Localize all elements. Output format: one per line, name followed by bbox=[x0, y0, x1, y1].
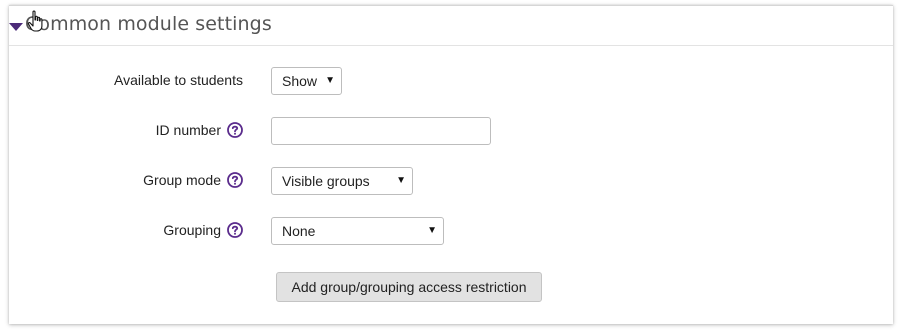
visibility-select[interactable]: Show ▼ bbox=[271, 67, 342, 95]
caret-down-icon: ▼ bbox=[396, 175, 406, 186]
visibility-select-value: Show bbox=[282, 73, 318, 89]
caret-down-icon: ▼ bbox=[427, 225, 437, 236]
id-number-input[interactable] bbox=[271, 117, 491, 145]
grouping-select-value: None bbox=[282, 223, 316, 239]
label-grouping: Grouping bbox=[163, 222, 243, 238]
grouping-select[interactable]: None ▼ bbox=[271, 217, 444, 245]
question-circle-icon[interactable] bbox=[227, 172, 243, 188]
caret-down-icon: ▼ bbox=[325, 75, 335, 86]
common-module-settings-fieldset: Common module settings Available to stud… bbox=[9, 5, 893, 324]
label-text: Group mode bbox=[143, 172, 221, 188]
label-text: Available to students bbox=[114, 72, 243, 88]
question-circle-icon[interactable] bbox=[227, 122, 243, 138]
label-text: ID number bbox=[155, 122, 221, 138]
label-group-mode: Group mode bbox=[143, 172, 243, 188]
label-id-number: ID number bbox=[156, 122, 243, 138]
fieldset-legend[interactable]: Common module settings bbox=[9, 6, 893, 46]
triangle-down-icon[interactable] bbox=[9, 19, 23, 33]
section-title[interactable]: Common module settings bbox=[25, 13, 272, 35]
group-mode-select-value: Visible groups bbox=[282, 173, 370, 189]
question-circle-icon[interactable] bbox=[227, 222, 243, 238]
label-available-to-students: Available to students bbox=[114, 72, 243, 88]
label-text: Grouping bbox=[163, 222, 221, 238]
add-group-grouping-access-restriction-button[interactable]: Add group/grouping access restriction bbox=[276, 272, 542, 302]
group-mode-select[interactable]: Visible groups ▼ bbox=[271, 167, 413, 195]
